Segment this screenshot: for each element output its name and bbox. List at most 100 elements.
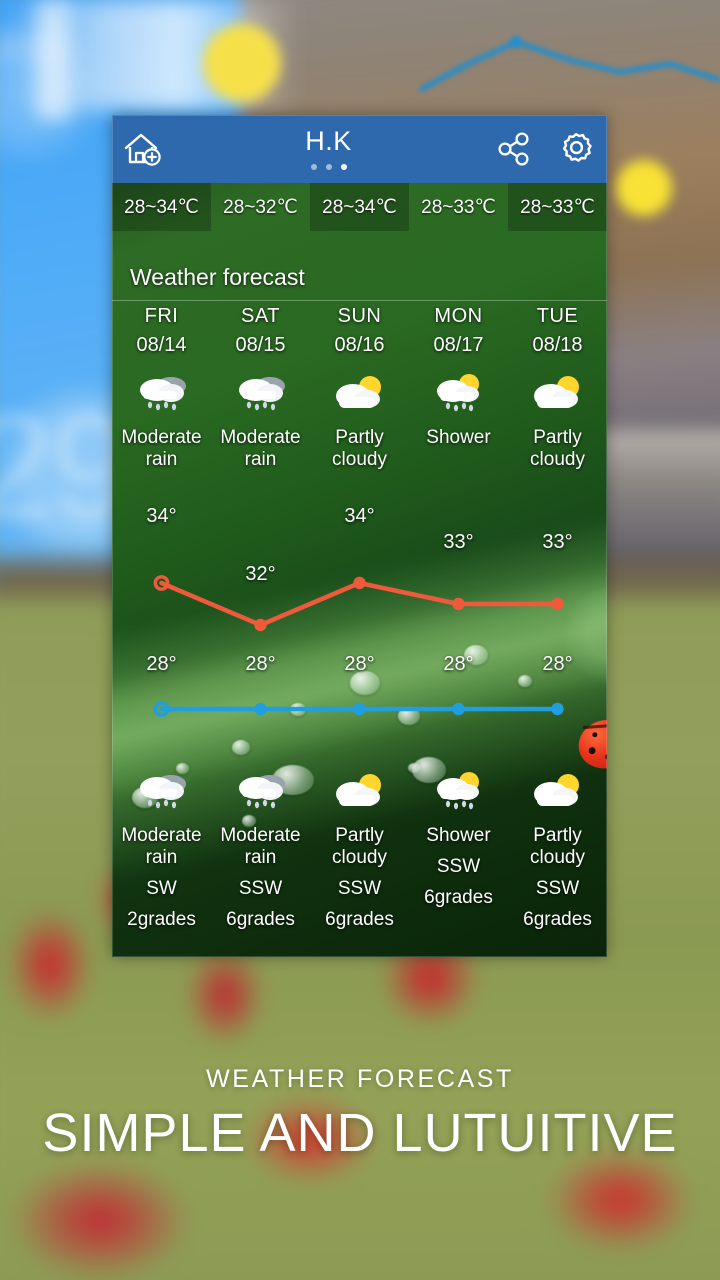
chart-point bbox=[254, 618, 267, 632]
day-of-week: SAT bbox=[241, 305, 280, 327]
forecast-detail-column[interactable]: Moderate rain SSW 6grades bbox=[211, 755, 310, 931]
chart-point bbox=[353, 576, 366, 590]
wind-grade: 6grades bbox=[424, 887, 493, 909]
day-date: 08/14 bbox=[136, 334, 187, 356]
page-dot-3[interactable] bbox=[340, 164, 347, 170]
shower-icon bbox=[428, 771, 490, 813]
chart-lines bbox=[153, 575, 564, 717]
promo-subtitle: WEATHER FORECAST bbox=[206, 1065, 514, 1093]
day-condition: Partly cloudy bbox=[332, 427, 387, 471]
forecast-detail-column[interactable]: Partly cloudy SSW 6grades bbox=[508, 755, 607, 931]
high-temp-label: 34° bbox=[344, 505, 375, 527]
partly-cloudy-icon bbox=[329, 771, 391, 813]
rain-icon bbox=[131, 373, 193, 415]
rain-icon bbox=[131, 771, 193, 813]
forecast-day-grid: FRI 08/14 Moderate rain SAT 08/15 Modera… bbox=[112, 305, 607, 471]
wind-direction: SSW bbox=[238, 878, 283, 900]
day-of-week: FRI bbox=[144, 305, 179, 327]
chart-point bbox=[452, 597, 465, 611]
chart-point bbox=[452, 702, 465, 716]
partly-cloudy-icon bbox=[527, 771, 589, 813]
temperature-chart: 34° 32° 34° 33° 33° 28° 28° 28° 28° 28° bbox=[112, 495, 607, 795]
low-temp-label: 28° bbox=[245, 653, 276, 675]
wind-direction: SSW bbox=[337, 878, 382, 900]
high-temp-label: 33° bbox=[443, 531, 474, 553]
low-temp-label: 28° bbox=[542, 653, 573, 675]
chart-point bbox=[353, 702, 366, 716]
range-cell[interactable]: 28~33℃ bbox=[508, 183, 607, 231]
background-blur-temp: 29 bbox=[0, 382, 133, 550]
day-date: 08/16 bbox=[334, 334, 385, 356]
low-temp-label: 28° bbox=[146, 653, 177, 675]
detail-condition: Moderate rain bbox=[220, 825, 301, 869]
forecast-detail-column[interactable]: Partly cloudy SSW 6grades bbox=[310, 755, 409, 931]
background-sun-icon bbox=[203, 24, 281, 102]
app-header: H.K bbox=[112, 115, 607, 183]
forecast-detail-grid: Moderate rain SW 2grades Moderate rain S… bbox=[112, 755, 607, 931]
background-white-block bbox=[36, 0, 70, 120]
page-indicator-dots bbox=[310, 164, 347, 170]
range-cell[interactable]: 28~34℃ bbox=[112, 183, 211, 231]
forecast-day-column[interactable]: MON 08/17 Shower bbox=[409, 305, 508, 471]
temperature-range-strip: 28~34℃ 28~32℃ 28~34℃ 28~33℃ 28~33℃ bbox=[112, 183, 607, 231]
share-button[interactable] bbox=[483, 131, 545, 167]
high-temp-label: 34° bbox=[146, 505, 177, 527]
day-condition: Moderate rain bbox=[121, 427, 202, 471]
chart-point bbox=[254, 702, 267, 716]
day-of-week: TUE bbox=[536, 305, 579, 327]
forecast-detail-column[interactable]: Moderate rain SW 2grades bbox=[112, 755, 211, 931]
detail-condition: Moderate rain bbox=[121, 825, 202, 869]
partly-cloudy-icon bbox=[329, 373, 391, 415]
day-of-week: SUN bbox=[337, 305, 382, 327]
day-condition: Partly cloudy bbox=[530, 427, 585, 471]
high-temp-label: 32° bbox=[245, 563, 276, 585]
low-temp-label: 28° bbox=[443, 653, 474, 675]
range-cell[interactable]: 28~34℃ bbox=[310, 183, 409, 231]
share-icon bbox=[498, 132, 529, 166]
range-cell[interactable]: 28~33℃ bbox=[409, 183, 508, 231]
detail-condition: Shower bbox=[426, 825, 491, 846]
forecast-section-header: Weather forecast bbox=[112, 255, 607, 301]
day-date: 08/18 bbox=[532, 334, 583, 356]
high-temp-label: 33° bbox=[542, 531, 573, 553]
range-cell[interactable]: 28~32℃ bbox=[211, 183, 310, 231]
chart-point bbox=[551, 702, 564, 716]
gear-icon bbox=[562, 133, 592, 162]
wind-direction: SSW bbox=[535, 878, 580, 900]
background-sun-right-icon bbox=[616, 160, 672, 216]
promo-headline: SIMPLE AND LUTUITIVE bbox=[42, 1103, 678, 1163]
forecast-detail-column[interactable]: Shower SSW 6grades bbox=[409, 755, 508, 931]
detail-condition: Partly cloudy bbox=[530, 825, 585, 869]
weather-app-panel: H.K 28~34℃ 28~32℃ 28~34℃ 28~33℃ 28~33℃ W… bbox=[112, 115, 607, 957]
city-title-area[interactable]: H.K bbox=[174, 128, 483, 170]
wind-direction: SW bbox=[146, 878, 177, 900]
wind-grade: 2grades bbox=[127, 909, 196, 931]
wind-grade: 6grades bbox=[523, 909, 592, 931]
forecast-day-column[interactable]: SAT 08/15 Moderate rain bbox=[211, 305, 310, 471]
wind-grade: 6grades bbox=[226, 909, 295, 931]
home-add-icon bbox=[124, 133, 161, 166]
shower-icon bbox=[428, 373, 490, 415]
page-dot-2[interactable] bbox=[325, 164, 332, 170]
detail-condition: Partly cloudy bbox=[332, 825, 387, 869]
add-city-button[interactable] bbox=[112, 131, 174, 167]
partly-cloudy-icon bbox=[527, 373, 589, 415]
day-date: 08/17 bbox=[433, 334, 484, 356]
forecast-day-column[interactable]: SUN 08/16 Partly cloudy bbox=[310, 305, 409, 471]
section-title: Weather forecast bbox=[130, 264, 305, 290]
page-title: H.K bbox=[305, 126, 352, 156]
day-condition: Moderate rain bbox=[220, 427, 301, 471]
day-date: 08/15 bbox=[235, 334, 286, 356]
rain-icon bbox=[230, 373, 292, 415]
forecast-day-column[interactable]: TUE 08/18 Partly cloudy bbox=[508, 305, 607, 471]
wind-direction: SSW bbox=[436, 856, 481, 878]
day-of-week: MON bbox=[434, 305, 483, 327]
settings-button[interactable] bbox=[545, 129, 607, 169]
page-dot-1[interactable] bbox=[310, 164, 317, 170]
wind-grade: 6grades bbox=[325, 909, 394, 931]
chart-point bbox=[551, 597, 564, 611]
day-condition: Shower bbox=[426, 427, 491, 448]
promo-text-block: WEATHER FORECAST SIMPLE AND LUTUITIVE bbox=[0, 1065, 720, 1164]
forecast-day-column[interactable]: FRI 08/14 Moderate rain bbox=[112, 305, 211, 471]
low-temp-label: 28° bbox=[344, 653, 375, 675]
